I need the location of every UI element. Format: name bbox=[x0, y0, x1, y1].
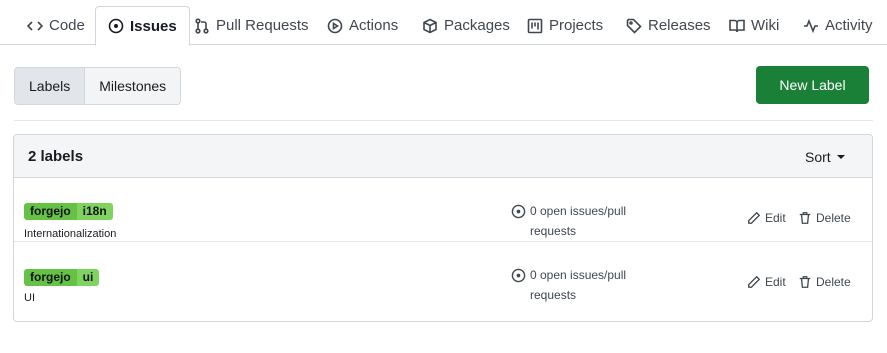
open-issues-link[interactable]: 0 open issues/pull requests bbox=[511, 201, 661, 241]
project-icon bbox=[527, 18, 543, 33]
label-row: forgejo ui UI 0 open issues/pull request… bbox=[14, 241, 872, 305]
tab-wiki[interactable]: Wiki bbox=[729, 6, 779, 45]
label-chip[interactable]: forgejo ui bbox=[24, 269, 100, 286]
repo-tabs: Code Issues Pull Requests Actions Packag… bbox=[0, 0, 887, 46]
pulse-icon bbox=[804, 18, 818, 33]
divider bbox=[14, 120, 873, 121]
label-value: ui bbox=[76, 269, 100, 286]
label-description: Internationalization bbox=[24, 228, 117, 240]
delete-button[interactable]: Delete bbox=[798, 211, 851, 225]
labels-tab-button[interactable]: Labels bbox=[15, 68, 86, 104]
label-scope: forgejo bbox=[24, 203, 77, 220]
edit-label: Edit bbox=[765, 211, 786, 225]
tab-label: Activity bbox=[825, 17, 873, 34]
label-description: UI bbox=[24, 292, 35, 304]
sort-dropdown[interactable]: Sort bbox=[805, 149, 845, 165]
labels-milestones-switch: Labels Milestones bbox=[14, 67, 182, 105]
code-icon bbox=[27, 20, 43, 31]
label-scope: forgejo bbox=[24, 269, 77, 286]
label-row: forgejo i18n Internationalization 0 open… bbox=[14, 178, 872, 242]
issue-opened-icon bbox=[108, 18, 124, 34]
tab-label: Releases bbox=[648, 17, 711, 34]
sort-label: Sort bbox=[805, 149, 831, 165]
tab-packages[interactable]: Packages bbox=[422, 6, 510, 45]
tag-icon bbox=[626, 18, 642, 34]
tab-actions[interactable]: Actions bbox=[327, 6, 398, 45]
play-icon bbox=[327, 18, 343, 33]
new-label-button[interactable]: New Label bbox=[756, 66, 869, 104]
edit-label: Edit bbox=[765, 275, 786, 289]
label-value: i18n bbox=[76, 203, 113, 220]
delete-label: Delete bbox=[816, 211, 851, 225]
tab-label: Wiki bbox=[751, 17, 780, 34]
tab-issues[interactable]: Issues bbox=[95, 6, 190, 46]
open-issues-text-cont: requests bbox=[530, 224, 577, 238]
issue-opened-icon bbox=[511, 204, 526, 219]
caret-down-icon bbox=[836, 155, 845, 159]
tab-label: Packages bbox=[444, 17, 510, 34]
open-issues-link[interactable]: 0 open issues/pull requests bbox=[511, 265, 661, 305]
tab-label: Actions bbox=[349, 17, 399, 34]
tab-label: Projects bbox=[549, 17, 604, 34]
tab-releases[interactable]: Releases bbox=[626, 6, 711, 45]
git-pull-request-icon bbox=[195, 17, 209, 34]
delete-label: Delete bbox=[816, 275, 851, 289]
tab-label: Code bbox=[49, 17, 85, 34]
labels-count: 2 labels bbox=[28, 148, 84, 165]
trash-icon bbox=[799, 276, 811, 288]
edit-button[interactable]: Edit bbox=[747, 211, 786, 225]
tab-label: Pull Requests bbox=[216, 17, 309, 34]
labels-panel: 2 labels Sort forgejo i18n International… bbox=[13, 134, 873, 322]
tab-pull-requests[interactable]: Pull Requests bbox=[194, 6, 309, 45]
package-icon bbox=[423, 18, 437, 33]
edit-button[interactable]: Edit bbox=[747, 275, 786, 289]
issue-opened-icon bbox=[511, 268, 526, 283]
open-issues-text: 0 open issues/pull bbox=[530, 268, 627, 282]
book-icon bbox=[729, 19, 745, 32]
open-issues-text: 0 open issues/pull bbox=[530, 204, 627, 218]
labels-panel-header: 2 labels Sort bbox=[14, 135, 872, 178]
tab-activity[interactable]: Activity bbox=[803, 6, 873, 45]
pencil-icon bbox=[748, 275, 761, 288]
open-issues-text-cont: requests bbox=[530, 288, 577, 302]
tab-projects[interactable]: Projects bbox=[527, 6, 603, 45]
tab-code[interactable]: Code bbox=[27, 6, 85, 45]
delete-button[interactable]: Delete bbox=[798, 275, 851, 289]
pencil-icon bbox=[748, 211, 761, 224]
tab-label: Issues bbox=[130, 17, 177, 35]
label-chip[interactable]: forgejo i18n bbox=[24, 203, 113, 220]
milestones-tab-button[interactable]: Milestones bbox=[85, 68, 181, 104]
trash-icon bbox=[799, 212, 811, 224]
